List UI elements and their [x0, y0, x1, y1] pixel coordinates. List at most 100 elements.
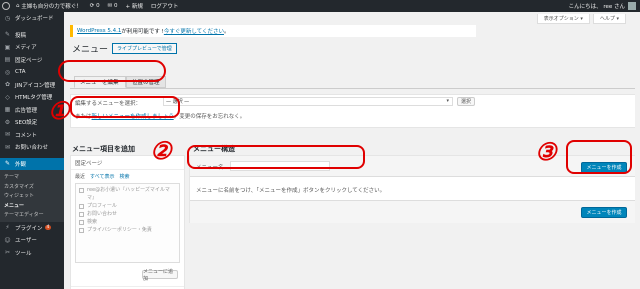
user-icon: ☺: [4, 236, 11, 244]
brush-icon: ✎: [4, 160, 11, 168]
cta-icon: ◎: [4, 68, 11, 76]
sidebar-item-appearance[interactable]: ✎ 外観: [0, 157, 64, 170]
menu-footer: メニューを作成: [190, 200, 639, 223]
list-item-label: お問い合わせ: [87, 211, 118, 217]
sidebar-item-label: ダッシュボード: [15, 16, 54, 23]
dashboard-icon: ◷: [4, 14, 11, 22]
notice-end: 。: [224, 29, 230, 35]
annotation-box-menu-name: [187, 145, 365, 169]
updates-count: 0: [96, 3, 100, 9]
sidebar-item-comments[interactable]: ✉ コメント: [0, 129, 64, 142]
annotation-circle-edit-tab: [58, 60, 166, 82]
submenu-widgets[interactable]: ウィジェット: [0, 191, 64, 201]
seo-icon: ⚙: [4, 118, 11, 126]
my-account[interactable]: こんにちは、 ree さん: [569, 0, 636, 12]
page-icon: ▤: [4, 56, 11, 64]
tools-icon: ✂: [4, 249, 11, 257]
submenu-theme-editor[interactable]: テーマエディター: [0, 210, 64, 220]
help-button[interactable]: ヘルプ ▾: [592, 14, 626, 24]
plugin-icon: ⚡: [5, 224, 10, 232]
list-item[interactable]: ree@お小遣い『ハッピーズマイルママ』: [79, 186, 176, 202]
notice-text: が利用可能です !: [121, 29, 164, 35]
list-item-label: 検索: [87, 219, 98, 225]
checkbox[interactable]: [79, 203, 84, 209]
update-now-link[interactable]: 今すぐ更新してください: [164, 27, 224, 35]
sidebar-item-label: 投稿: [15, 32, 27, 39]
menu-instruction: メニューに名前をつけ、「メニューを作成」ボタンをクリックしてください。: [196, 188, 386, 194]
sidebar-item-users[interactable]: ☺ ユーザー: [0, 234, 64, 247]
sidebar-item-pages[interactable]: ▤ 固定ページ: [0, 54, 64, 67]
media-icon: ▣: [4, 43, 11, 51]
submenu-customize[interactable]: カスタマイズ: [0, 182, 64, 192]
pages-checklist: ree@お小遣い『ハッピーズマイルママ』 プロフィール お問い合わせ 検索 プラ…: [75, 183, 180, 263]
sidebar-item-label: お問い合わせ: [15, 145, 49, 152]
sidebar-item-cta[interactable]: ◎ CTA: [0, 66, 64, 79]
sidebar-item-label: コメント: [15, 132, 38, 139]
site-name[interactable]: 主婦も自分の力で稼ぐ！: [21, 2, 82, 10]
plugin-update-badge: 4: [44, 225, 52, 231]
checkbox[interactable]: [79, 211, 84, 217]
sidebar-item-jin-icons[interactable]: ✿ JINアイコン管理: [0, 79, 64, 92]
admin-sidebar: ◷ ダッシュボード ✎ 投稿 ▣ メディア ▤ 固定ページ ◎ CTA ✿ JINアイコン管…: [0, 12, 64, 289]
page-title: メニュー: [72, 45, 109, 55]
tab-most-recent[interactable]: 最近: [75, 173, 85, 180]
annotation-number-2: ②: [150, 136, 172, 165]
comments-link[interactable]: ✉ 0: [108, 3, 118, 9]
checkbox[interactable]: [79, 187, 84, 193]
sidebar-item-label: HTMLタグ管理: [15, 95, 53, 102]
home-icon-site-name[interactable]: ⌂ 主婦も自分の力で稼ぐ！: [16, 2, 82, 10]
submenu-menus[interactable]: メニュー: [0, 201, 64, 211]
sidebar-item-label: 外観: [15, 161, 27, 168]
sidebar-item-inquiry[interactable]: ✉ お問い合わせ: [0, 141, 64, 154]
html-icon: ◇: [5, 93, 10, 101]
tabs-divider: [70, 88, 640, 89]
create-menu-button-bottom[interactable]: メニューを作成: [581, 207, 627, 218]
sidebar-item-label: CTA: [15, 69, 26, 76]
logout-link[interactable]: ログアウト: [151, 2, 179, 10]
ad-icon: ▦: [4, 106, 11, 114]
tab-search[interactable]: 検索: [119, 173, 129, 180]
sidebar-item-label: 広告管理: [15, 107, 38, 114]
sidebar-item-label: 固定ページ: [15, 57, 43, 64]
checkbox[interactable]: [79, 219, 84, 225]
submenu-themes[interactable]: テーマ: [0, 172, 64, 182]
list-item[interactable]: お問い合わせ: [79, 210, 176, 218]
wordpress-version-link[interactable]: WordPress 5.4.1: [77, 28, 121, 34]
updates-link[interactable]: ⟳ 0: [90, 3, 100, 9]
avatar[interactable]: [628, 2, 636, 10]
tab-view-all[interactable]: すべて表示: [90, 173, 114, 180]
comments-count: 0: [113, 3, 118, 9]
pages-tabs: 最近 すべて表示 検索: [71, 170, 184, 183]
inquiry-icon: ✉: [4, 143, 11, 151]
checkbox[interactable]: [79, 227, 84, 233]
sidebar-item-label: プラグイン: [15, 225, 43, 232]
sidebar-item-posts[interactable]: ✎ 投稿: [0, 29, 64, 42]
sidebar-item-label: メディア: [15, 45, 37, 52]
sidebar-item-media[interactable]: ▣ メディア: [0, 41, 64, 54]
live-preview-button[interactable]: ライブプレビューで管理: [112, 43, 177, 54]
select-button[interactable]: 選択: [457, 97, 475, 106]
list-item[interactable]: 検索: [79, 218, 176, 226]
wordpress-logo-icon[interactable]: [0, 0, 12, 12]
sidebar-item-label: ユーザー: [15, 238, 37, 245]
add-menu-items-heading: メニュー項目を追加: [72, 145, 135, 153]
screen-options-button[interactable]: 表示オプション ▾: [536, 14, 590, 24]
scrollbar[interactable]: [635, 12, 640, 289]
sidebar-item-plugins[interactable]: ⚡ プラグイン 4: [0, 222, 64, 235]
sidebar-item-dashboard[interactable]: ◷ ダッシュボード: [0, 12, 64, 25]
screen-meta-links: 表示オプション ▾ ヘルプ ▾: [534, 14, 626, 24]
annotation-box-create-link: [70, 96, 180, 118]
list-item[interactable]: プライバシーポリシー・免責: [79, 226, 176, 234]
list-item-label: プライバシーポリシー・免責: [87, 227, 152, 233]
new-content-link[interactable]: + 新規: [125, 2, 142, 10]
sidebar-item-tools[interactable]: ✂ ツール: [0, 247, 64, 260]
annotation-box-create-button: [566, 140, 632, 174]
list-item[interactable]: プロフィール: [79, 202, 176, 210]
select-menu-dropdown[interactable]: — 選択 — ▾: [163, 97, 453, 106]
chevron-down-icon: ▾: [446, 98, 449, 104]
comment-icon: ✉: [4, 131, 11, 139]
add-to-menu-button[interactable]: メニューに追加: [142, 269, 178, 282]
greeting[interactable]: こんにちは、 ree さん: [569, 2, 625, 10]
pin-icon: ✎: [4, 31, 11, 39]
list-item-label: ree@お小遣い『ハッピーズマイルママ』: [87, 187, 170, 201]
